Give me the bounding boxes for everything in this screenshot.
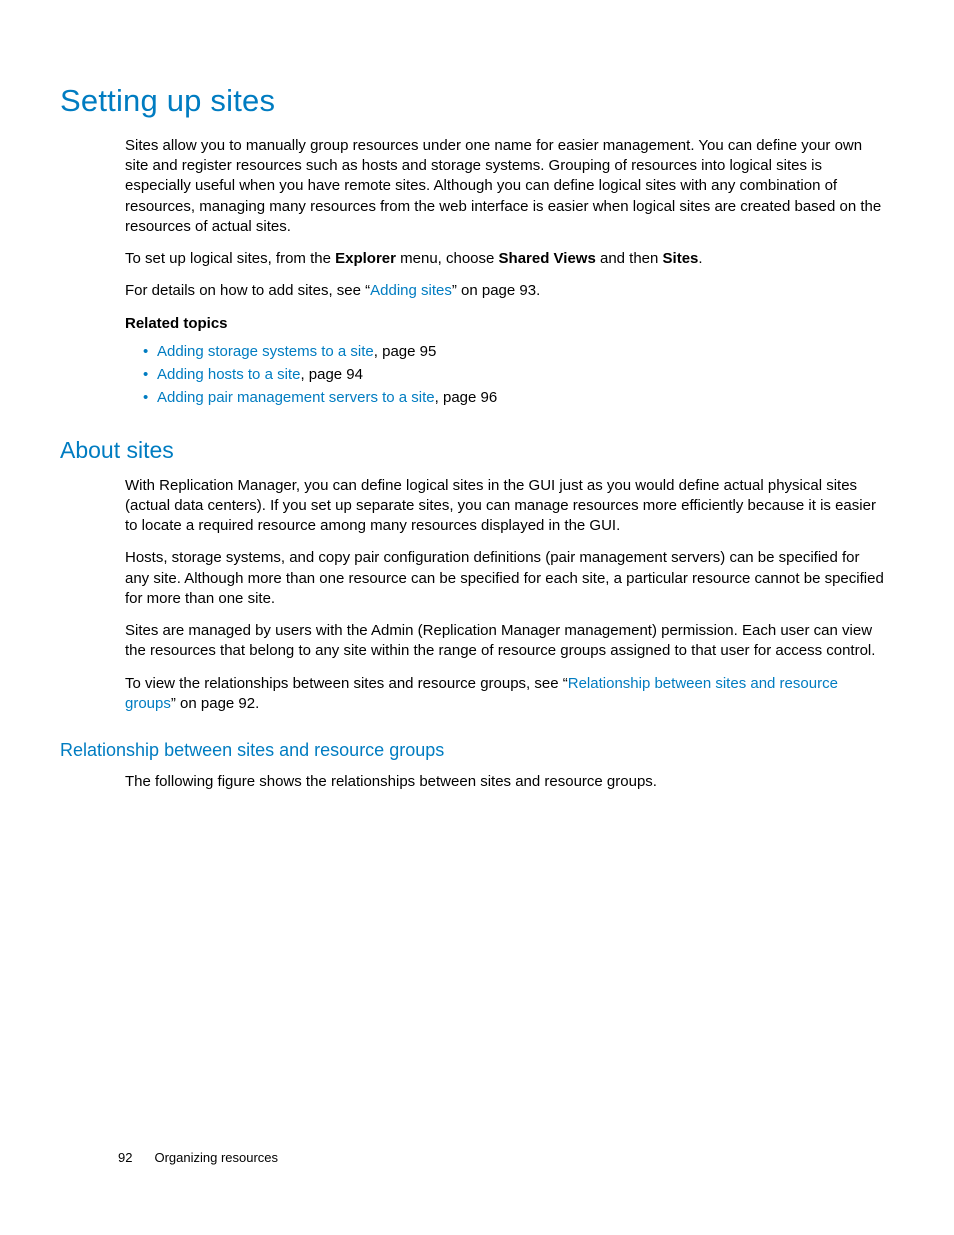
paragraph: For details on how to add sites, see “Ad…: [125, 281, 884, 301]
related-topics-list: Adding storage systems to a site, page 9…: [125, 342, 884, 409]
menu-name-explorer: Explorer: [335, 250, 396, 267]
footer-title: Organizing resources: [154, 1150, 278, 1165]
text: , page 95: [374, 343, 437, 360]
text: , page 96: [435, 389, 498, 406]
heading-setting-up-sites: Setting up sites: [60, 80, 884, 122]
paragraph: With Replication Manager, you can define…: [125, 476, 884, 537]
paragraph: Sites allow you to manually group resour…: [125, 136, 884, 237]
link-adding-pair-mgmt-servers[interactable]: Adding pair management servers to a site: [157, 389, 435, 406]
list-item: Adding storage systems to a site, page 9…: [143, 342, 884, 362]
list-item: Adding hosts to a site, page 94: [143, 365, 884, 385]
menu-name-sites: Sites: [663, 250, 699, 267]
section-relationship-body: The following figure shows the relations…: [125, 772, 884, 792]
text: For details on how to add sites, see “: [125, 282, 370, 299]
text: , page 94: [300, 366, 363, 383]
page-number: 92: [118, 1150, 132, 1165]
heading-about-sites: About sites: [60, 435, 884, 466]
page: Setting up sites Sites allow you to manu…: [0, 0, 954, 1235]
page-footer: 92 Organizing resources: [118, 1149, 278, 1167]
text: To view the relationships between sites …: [125, 675, 568, 692]
link-adding-storage-systems[interactable]: Adding storage systems to a site: [157, 343, 374, 360]
paragraph: To set up logical sites, from the Explor…: [125, 249, 884, 269]
text: and then: [596, 250, 663, 267]
menu-name-shared-views: Shared Views: [499, 250, 596, 267]
paragraph: To view the relationships between sites …: [125, 674, 884, 715]
section-about-sites-body: With Replication Manager, you can define…: [125, 476, 884, 715]
text: ” on page 93.: [452, 282, 540, 299]
text: To set up logical sites, from the: [125, 250, 335, 267]
link-adding-hosts[interactable]: Adding hosts to a site: [157, 366, 300, 383]
text: .: [698, 250, 702, 267]
text: ” on page 92.: [171, 695, 259, 712]
list-item: Adding pair management servers to a site…: [143, 388, 884, 408]
paragraph: Hosts, storage systems, and copy pair co…: [125, 548, 884, 609]
paragraph: The following figure shows the relations…: [125, 772, 884, 792]
related-topics-heading: Related topics: [125, 314, 884, 334]
section-setting-up-sites-body: Sites allow you to manually group resour…: [125, 136, 884, 409]
paragraph: Sites are managed by users with the Admi…: [125, 621, 884, 662]
text: menu, choose: [396, 250, 499, 267]
heading-relationship: Relationship between sites and resource …: [60, 738, 884, 762]
link-adding-sites[interactable]: Adding sites: [370, 282, 452, 299]
